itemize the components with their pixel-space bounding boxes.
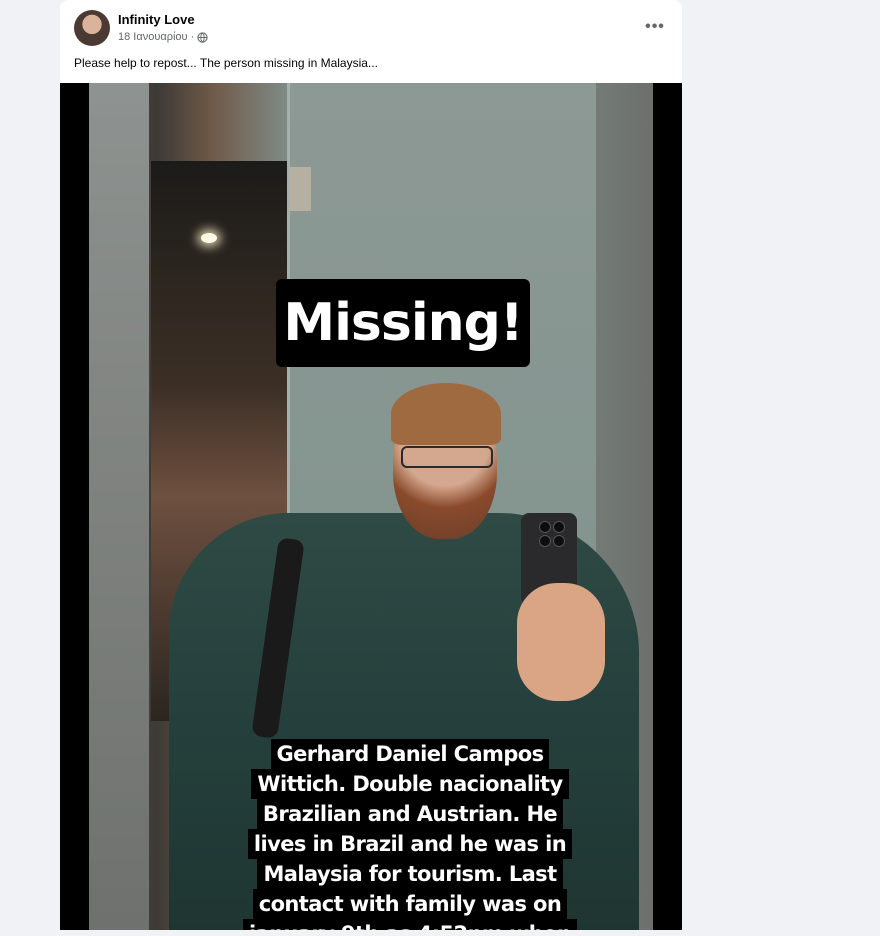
notice-line: Brazilian and Austrian. He: [256, 799, 564, 829]
notice-line: contact with family was on: [252, 889, 568, 919]
selfie-photo: Missing! Gerhard Daniel Campos Wittich. …: [89, 83, 653, 930]
photo-glasses: [401, 446, 493, 468]
post-card: Infinity Love 18 Ιανουαρίου · ••• Please…: [60, 0, 682, 930]
photo-lamp: [201, 233, 217, 243]
globe-icon: [197, 31, 208, 43]
notice-line: lives in Brazil and he was in: [247, 829, 573, 859]
photo-hand: [517, 583, 605, 701]
post-header: Infinity Love 18 Ιανουαρίου · ••• Please…: [60, 0, 682, 83]
notice-line: Malaysia for tourism. Last: [257, 859, 563, 889]
author-name[interactable]: Infinity Love: [118, 12, 195, 27]
notice-line: january 9th as 4:52pm when: [242, 919, 578, 930]
post-image[interactable]: Missing! Gerhard Daniel Campos Wittich. …: [60, 83, 682, 930]
photo-person-hair: [391, 383, 501, 445]
post-meta: 18 Ιανουαρίου ·: [118, 31, 208, 43]
notice-line: Gerhard Daniel Campos: [270, 739, 550, 769]
more-options-icon[interactable]: •••: [642, 14, 668, 40]
photo-wall: [89, 83, 149, 930]
notice-line: Wittich. Double nacionality: [251, 769, 569, 799]
missing-headline: Missing!: [276, 279, 530, 367]
photo-hinge: [289, 167, 311, 211]
missing-notice-text: Gerhard Daniel Campos Wittich. Double na…: [242, 739, 578, 930]
post-caption: Please help to repost... The person miss…: [74, 56, 378, 70]
post-timestamp[interactable]: 18 Ιανουαρίου ·: [118, 31, 194, 43]
avatar[interactable]: [74, 10, 110, 46]
